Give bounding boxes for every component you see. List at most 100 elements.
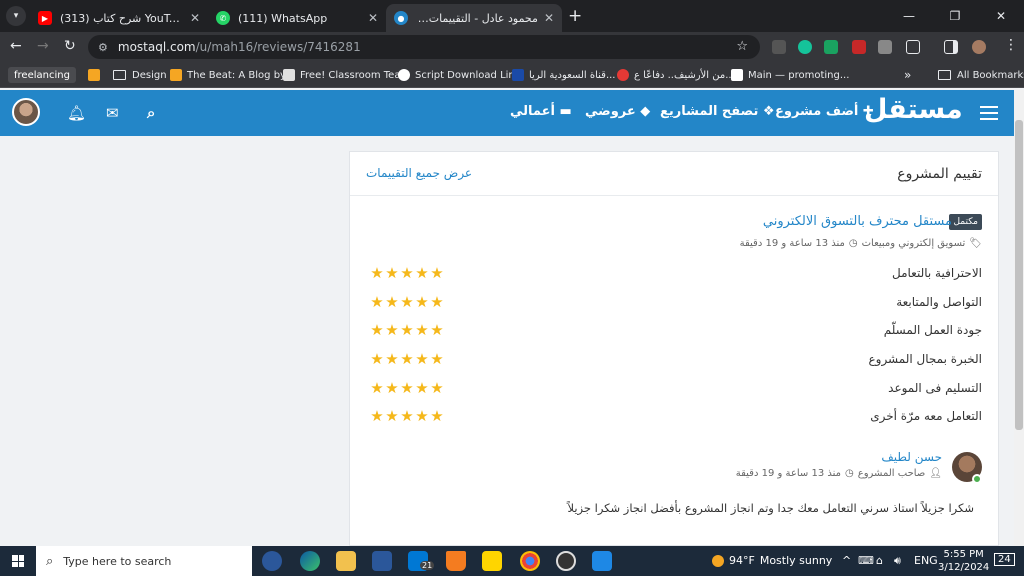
temperature: 94°F xyxy=(729,554,755,567)
search-placeholder: Type here to search xyxy=(63,554,172,568)
extension-icon[interactable] xyxy=(852,40,866,54)
more-bookmarks-button[interactable]: » xyxy=(904,67,911,83)
extension-icon[interactable] xyxy=(878,40,892,54)
rating-row: التواصل والمتابعة ★ ★ ★ ★ ★ xyxy=(366,293,982,315)
back-icon[interactable]: ← xyxy=(10,38,22,54)
photos-icon[interactable] xyxy=(592,551,612,571)
network-icon[interactable]: ⌂ xyxy=(876,554,883,567)
reviewer-name-link[interactable]: حسن لطيف xyxy=(881,450,942,464)
youtube-icon: ▶ xyxy=(38,11,52,25)
star-rating: ★ ★ ★ ★ ★ xyxy=(370,379,444,397)
hamburger-menu-icon[interactable] xyxy=(980,106,998,124)
extension-icon[interactable] xyxy=(824,40,838,54)
weather-condition: Mostly sunny xyxy=(759,554,833,567)
keyboard-icon[interactable]: ⌨ xyxy=(858,554,874,567)
vlc-icon[interactable] xyxy=(446,551,466,571)
bookmark-classroom[interactable]: Free! Classroom Tea... xyxy=(283,67,410,83)
weather-widget[interactable]: 94°F Mostly sunny xyxy=(712,554,832,567)
close-tab-icon[interactable]: ✕ xyxy=(368,11,378,25)
user-avatar[interactable] xyxy=(12,98,40,126)
clock-date: 3/12/2024 xyxy=(938,562,990,573)
file-explorer-icon[interactable] xyxy=(336,551,356,571)
project-title-link[interactable]: مستقل محترف بالتسوق الالكتروني xyxy=(763,214,952,229)
bell-icon[interactable]: 🔔︎ xyxy=(67,104,86,122)
chrome-icon[interactable] xyxy=(520,551,540,571)
close-window-icon[interactable]: ✕ xyxy=(978,0,1024,32)
mostaql-icon: ● xyxy=(394,11,408,25)
bookmark-label: من الأرشيف.. دفاعًا ع... xyxy=(634,69,735,81)
bookmark-freelancing[interactable]: freelancing xyxy=(8,67,76,83)
extension-icon[interactable] xyxy=(772,40,786,54)
tab-whatsapp[interactable]: ✆ (111) WhatsApp ✕ xyxy=(208,4,386,32)
bookmark-main-promoting[interactable]: Main — promoting... xyxy=(731,67,849,83)
rating-row: الخبرة بمجال المشروع ★ ★ ★ ★ ★ xyxy=(366,350,982,372)
language-indicator[interactable]: ENG xyxy=(914,554,938,567)
bookmark-design[interactable]: Design xyxy=(113,67,167,83)
nav-label: أعمالي xyxy=(510,104,555,119)
forward-icon[interactable]: → xyxy=(37,38,49,54)
bookmark-script-download[interactable]: Script Download Lin... xyxy=(398,67,524,83)
close-tab-icon[interactable]: ✕ xyxy=(190,11,200,25)
bookmark-label: Script Download Lin... xyxy=(415,69,525,81)
side-panel-icon[interactable] xyxy=(944,40,958,54)
site-info-icon[interactable]: ⚙ xyxy=(98,41,108,54)
nav-add-project[interactable]: أضف مشروع ✚ xyxy=(775,104,874,119)
app-icon[interactable] xyxy=(556,551,576,571)
tab-search-button[interactable]: ▾ xyxy=(6,6,26,26)
reload-icon[interactable]: ↻ xyxy=(64,38,76,54)
menu-dots-icon[interactable]: ⋮ xyxy=(1004,37,1018,53)
search-icon[interactable]: ⌕ xyxy=(147,104,155,122)
nav-label: عروضي xyxy=(585,104,636,119)
star-icon: ★ xyxy=(385,407,399,425)
star-icon: ★ xyxy=(400,407,414,425)
bookmark-the-beat[interactable]: The Beat: A Blog by... xyxy=(170,67,294,83)
star-icon: ★ xyxy=(400,321,414,339)
nav-my-works[interactable]: أعمالي ▬ xyxy=(510,104,572,119)
notifications-button[interactable]: 24 xyxy=(994,553,1015,566)
bookmark-icon-only[interactable] xyxy=(88,67,105,83)
star-icon: ★ xyxy=(400,293,414,311)
star-icon: ★ xyxy=(430,407,444,425)
tab-mostaql[interactable]: ● محمود عادل - التقييمات | مستقل ✕ xyxy=(386,4,562,32)
clock-icon: ◷ xyxy=(848,238,858,249)
rating-row: التعامل معه مرّة أخرى ★ ★ ★ ★ ★ xyxy=(366,407,982,429)
address-bar[interactable]: ⚙ mostaql.com/u/mah16/reviews/7416281 ☆ xyxy=(88,35,760,59)
word-icon[interactable] xyxy=(372,551,392,571)
rating-row: الاحترافية بالتعامل ★ ★ ★ ★ ★ xyxy=(366,264,982,286)
grammarly-icon[interactable] xyxy=(798,40,812,54)
nav-browse-projects[interactable]: تصفح المشاريع ❖ xyxy=(660,104,775,119)
bookmark-star-icon[interactable]: ☆ xyxy=(736,39,748,54)
all-reviews-link[interactable]: عرض جميع التقييمات xyxy=(366,166,472,180)
close-tab-icon[interactable]: ✕ xyxy=(544,11,554,25)
clock[interactable]: 5:55 PM 3/12/2024 xyxy=(938,548,989,574)
star-icon: ★ xyxy=(415,379,429,397)
bookmark-archive[interactable]: من الأرشيف.. دفاعًا ع... xyxy=(617,67,735,83)
minimize-icon[interactable]: — xyxy=(886,0,932,32)
project-time: منذ 13 ساعة و 19 دقيقة xyxy=(739,238,845,249)
bookmark-saudi-channel[interactable]: قناة السعودية الريا... xyxy=(512,67,616,83)
envelope-icon[interactable]: ✉ xyxy=(106,104,119,122)
task-view-icon[interactable] xyxy=(262,551,282,571)
profile-avatar[interactable] xyxy=(972,40,986,54)
new-tab-button[interactable]: + xyxy=(568,6,582,26)
volume-icon[interactable]: 🔊︎ xyxy=(894,554,901,568)
extensions-puzzle-icon[interactable] xyxy=(906,40,920,54)
nav-my-offers[interactable]: عروضي ◆ xyxy=(585,104,650,119)
star-icon: ★ xyxy=(400,264,414,282)
restore-icon[interactable]: ❐ xyxy=(932,0,978,32)
bar-chart-icon xyxy=(170,69,182,81)
windows-start-icon[interactable] xyxy=(12,555,24,567)
tray-chevron-icon[interactable]: ^ xyxy=(842,554,851,567)
star-icon: ★ xyxy=(385,264,399,282)
taskbar-search-input[interactable]: ⌕ Type here to search xyxy=(36,546,252,576)
edge-icon[interactable] xyxy=(300,551,320,571)
sticky-notes-icon[interactable] xyxy=(482,551,502,571)
tab-youtube[interactable]: ▶ (313) شرح كتاب YouTube - iq ✕ xyxy=(30,4,208,32)
all-bookmarks-button[interactable]: All Bookmarks xyxy=(938,67,1024,83)
bookmark-label: Free! Classroom Tea... xyxy=(300,69,410,81)
page-scrollbar[interactable] xyxy=(1014,90,1024,546)
mostaql-logo[interactable]: مستقل xyxy=(864,94,963,125)
scrollbar-thumb[interactable] xyxy=(1015,120,1023,430)
rating-criterion-label: التسليم فى الموعد xyxy=(888,381,982,395)
bookmark-favicon xyxy=(398,69,410,81)
